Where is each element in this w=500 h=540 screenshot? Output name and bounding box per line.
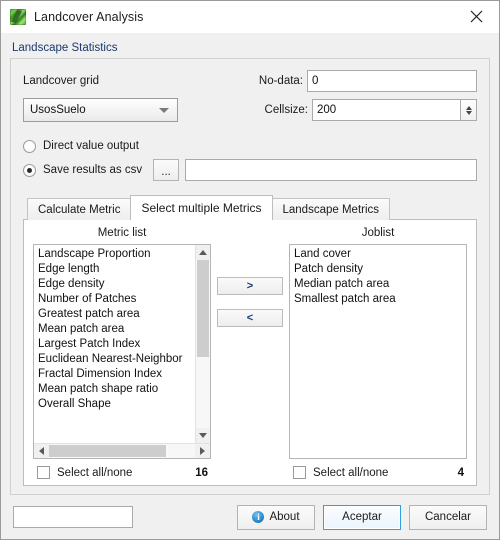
status-input[interactable] <box>13 506 133 528</box>
tab-calculate-metric[interactable]: Calculate Metric <box>27 198 132 220</box>
metric-listbox[interactable]: Landscape Proportion Edge length Edge de… <box>33 244 211 459</box>
list-item[interactable]: Euclidean Nearest-Neighbor <box>38 352 195 367</box>
metric-vscroll-track[interactable] <box>196 260 210 428</box>
metric-list-horizontal-scrollbar[interactable] <box>34 443 210 458</box>
list-item[interactable]: Land cover <box>294 247 466 262</box>
joblist-count: 4 <box>457 466 464 479</box>
list-item[interactable]: Median patch area <box>294 277 466 292</box>
metric-select-all-label: Select all/none <box>57 466 133 479</box>
metric-hscroll-track[interactable] <box>49 444 195 458</box>
metric-listbox-inner: Landscape Proportion Edge length Edge de… <box>34 245 210 443</box>
chevron-down-icon <box>159 107 169 113</box>
scroll-left-icon[interactable] <box>34 444 49 458</box>
joblist-select-all-label: Select all/none <box>313 466 389 479</box>
window-title: Landcover Analysis <box>34 9 144 24</box>
csv-path-input[interactable] <box>185 159 477 181</box>
lists-area: Landscape Proportion Edge length Edge de… <box>33 244 467 459</box>
cellsize-stepper[interactable] <box>460 99 477 121</box>
cancel-button[interactable]: Cancelar <box>409 504 487 530</box>
scroll-down-icon[interactable] <box>196 428 210 443</box>
save-csv-label: Save results as csv <box>43 164 143 176</box>
joblist-listbox-inner: Land cover Patch density Median patch ar… <box>290 245 466 458</box>
remove-metric-button[interactable]: < <box>217 309 283 327</box>
close-icon[interactable] <box>453 1 499 32</box>
title-bar: Landcover Analysis <box>1 1 499 33</box>
list-item[interactable]: Number of Patches <box>38 292 195 307</box>
joblist-select-all-checkbox[interactable] <box>293 466 306 479</box>
joblist-select-all-group[interactable]: Select all/none 4 <box>289 466 467 479</box>
list-item[interactable]: Landscape Proportion <box>38 247 195 262</box>
direct-value-label: Direct value output <box>43 140 139 152</box>
landcover-grid-select[interactable]: UsosSuelo <box>23 98 178 122</box>
accept-button[interactable]: Aceptar <box>323 504 401 530</box>
select-all-row: Select all/none 16 Select all/none 4 <box>33 459 467 479</box>
metric-list-vertical-scrollbar[interactable] <box>195 245 210 443</box>
transfer-buttons: > < <box>211 244 289 459</box>
tab-landscape-metrics[interactable]: Landscape Metrics <box>271 198 391 220</box>
grid-settings-row: Landcover grid No-data: 0 UsosSuelo Cell… <box>23 70 477 122</box>
list-item[interactable]: Patch density <box>294 262 466 277</box>
list-item[interactable]: Smallest patch area <box>294 292 466 307</box>
info-icon: i <box>252 511 265 523</box>
group-title: Landscape Statistics <box>12 42 118 54</box>
cellsize-input[interactable]: 200 <box>312 99 460 121</box>
landcover-map-icon <box>10 8 26 25</box>
browse-button[interactable]: ... <box>153 159 180 181</box>
metric-select-all-group[interactable]: Select all/none 16 <box>33 466 211 479</box>
about-button[interactable]: i About <box>237 504 315 530</box>
list-item[interactable]: Fractal Dimension Index <box>38 367 195 382</box>
header-gap <box>211 227 289 239</box>
nodata-label: No-data: <box>258 75 303 87</box>
joblist-header: Joblist <box>361 227 395 239</box>
list-item[interactable]: Edge density <box>38 277 195 292</box>
metric-hscroll-thumb[interactable] <box>49 445 166 457</box>
nodata-row: No-data: 0 <box>256 70 477 92</box>
landcover-analysis-dialog: Landcover Analysis Landscape Statistics … <box>0 0 500 540</box>
landcover-grid-label: Landcover grid <box>23 75 100 87</box>
list-item[interactable]: Overall Shape <box>38 397 195 412</box>
save-csv-radio[interactable] <box>23 163 36 177</box>
accept-button-label: Aceptar <box>342 511 382 523</box>
cellsize-row: Cellsize: 200 <box>256 99 477 121</box>
cellsize-label: Cellsize: <box>264 104 308 116</box>
list-item[interactable]: Largest Patch Index <box>38 337 195 352</box>
list-item[interactable]: Greatest patch area <box>38 307 195 322</box>
save-csv-option[interactable]: Save results as csv ... <box>23 158 477 182</box>
add-metric-button[interactable]: > <box>217 277 283 295</box>
cancel-button-label: Cancelar <box>424 511 472 523</box>
scroll-right-icon[interactable] <box>195 444 210 458</box>
joblist-items: Land cover Patch density Median patch ar… <box>290 245 466 458</box>
landcover-grid-select-cell: UsosSuelo <box>23 98 244 122</box>
metric-list-header: Metric list <box>97 227 147 239</box>
tab-select-multiple-metrics[interactable]: Select multiple Metrics <box>130 195 273 220</box>
landscape-statistics-group: Landcover grid No-data: 0 UsosSuelo Cell… <box>10 58 490 495</box>
scroll-up-icon[interactable] <box>196 245 210 260</box>
about-button-label: About <box>269 511 300 523</box>
direct-value-output-option[interactable]: Direct value output <box>23 134 477 158</box>
joblist-listbox[interactable]: Land cover Patch density Median patch ar… <box>289 244 467 459</box>
stepper-down-icon[interactable] <box>465 110 472 115</box>
stepper-up-icon[interactable] <box>465 105 472 110</box>
list-item[interactable]: Edge length <box>38 262 195 277</box>
list-item[interactable]: Mean patch area <box>38 322 195 337</box>
metric-count: 16 <box>195 466 208 479</box>
nodata-input[interactable]: 0 <box>307 70 477 92</box>
tab-strip: Calculate Metric Select multiple Metrics… <box>23 195 477 220</box>
list-headers: Metric list Joblist <box>33 227 467 244</box>
tab-panel-select-multiple-metrics: Metric list Joblist Landscape Proportion… <box>23 219 477 486</box>
output-options: Direct value output Save results as csv … <box>23 134 477 182</box>
metric-list-items: Landscape Proportion Edge length Edge de… <box>34 245 195 443</box>
list-item[interactable]: Mean patch shape ratio <box>38 382 195 397</box>
dialog-footer: i About Aceptar Cancelar <box>1 495 499 539</box>
metric-select-all-checkbox[interactable] <box>37 466 50 479</box>
landcover-grid-value: UsosSuelo <box>30 104 86 116</box>
direct-value-radio[interactable] <box>23 139 36 153</box>
metric-vscroll-thumb[interactable] <box>197 260 209 358</box>
